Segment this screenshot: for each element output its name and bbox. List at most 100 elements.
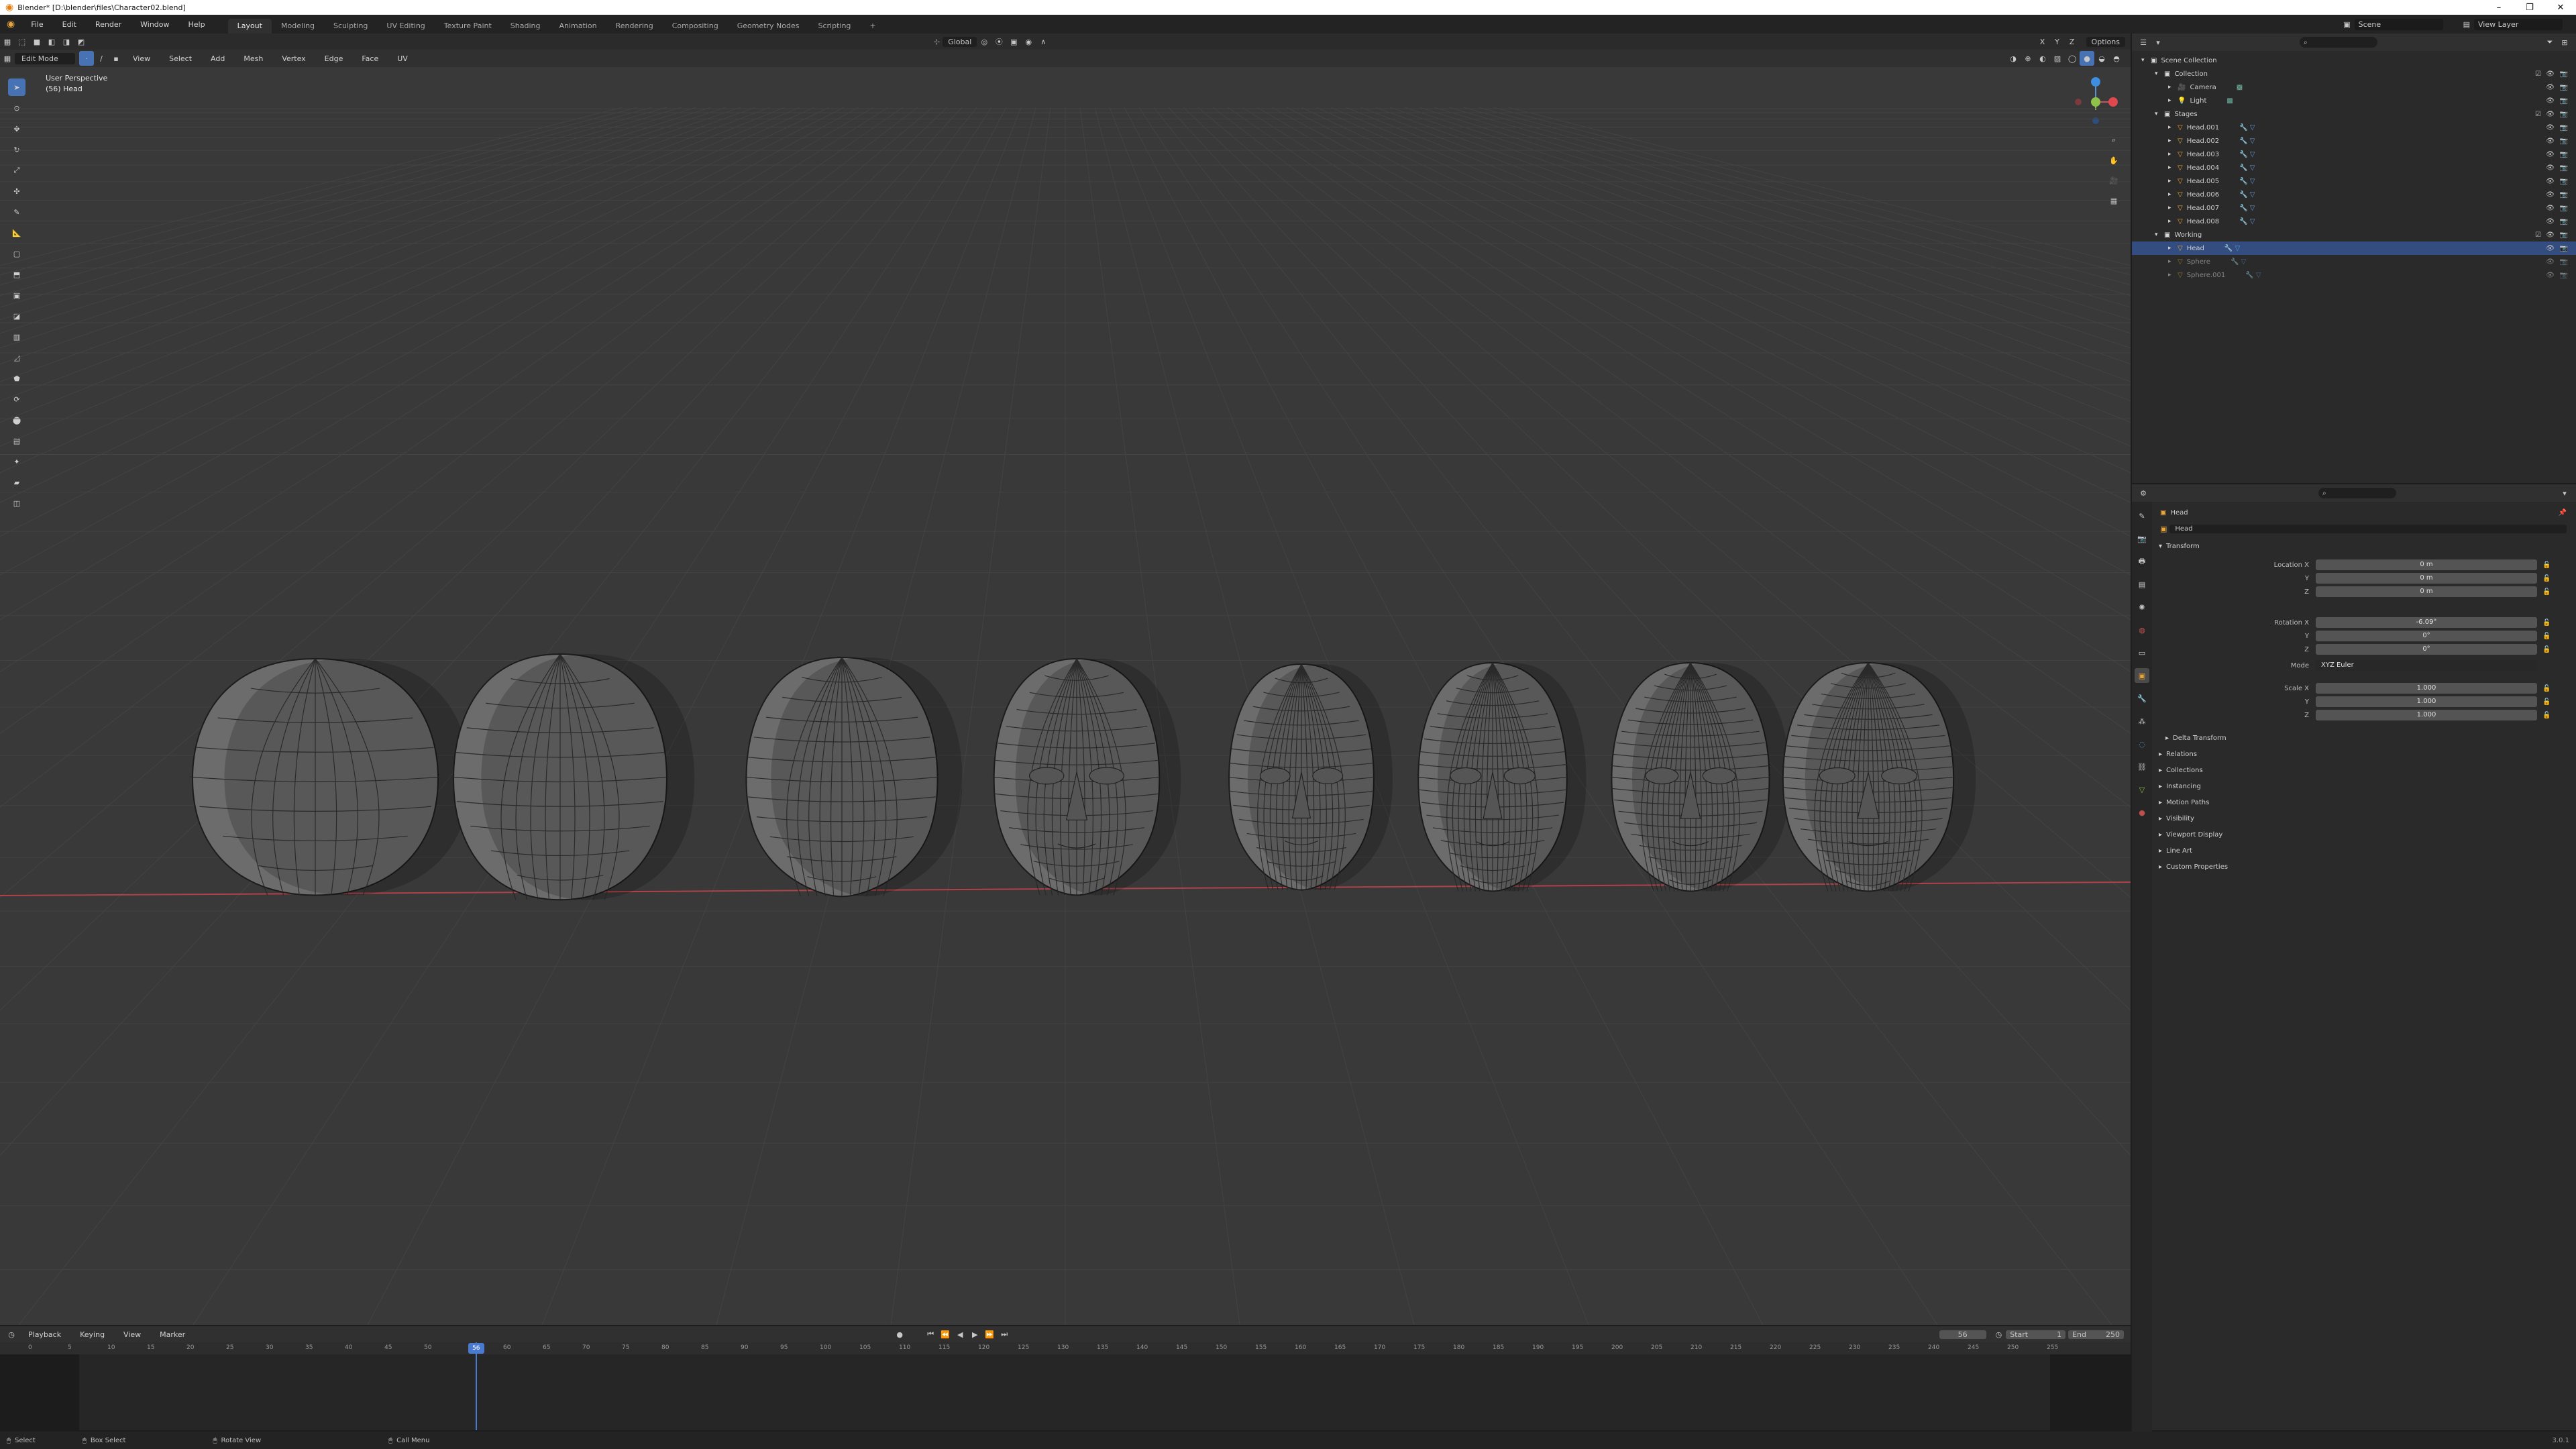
outliner-item[interactable]: ▾ ▣ Stages ☑ 👁 📷: [2132, 107, 2576, 121]
menu-playback[interactable]: Playback: [19, 1330, 70, 1339]
tab-modeling[interactable]: Modeling: [272, 19, 324, 34]
properties-options-icon[interactable]: ▾: [2557, 486, 2572, 500]
physics-tab-icon[interactable]: ◌: [2135, 737, 2149, 751]
modifier-icon[interactable]: 🔧 ▽: [2239, 151, 2255, 158]
shading-solid-icon[interactable]: ●: [2080, 51, 2094, 66]
expand-chevron-icon[interactable]: ▸: [2168, 191, 2178, 198]
gizmo-toggle-icon[interactable]: ⊕: [2021, 51, 2035, 66]
modifier-icon[interactable]: 🔧 ▽: [2239, 138, 2255, 145]
snap-target-icon[interactable]: ▣: [1006, 34, 1021, 49]
eye-icon[interactable]: 👁: [2546, 97, 2555, 105]
blender-menu-icon[interactable]: ◉: [7, 19, 15, 30]
prev-key-icon[interactable]: ⏪: [938, 1327, 953, 1342]
output-tab-icon[interactable]: 🖶: [2135, 554, 2149, 569]
render-camera-icon[interactable]: 📷: [2560, 218, 2568, 225]
material-tab-icon[interactable]: ●: [2135, 805, 2149, 820]
render-camera-icon[interactable]: 📷: [2560, 205, 2568, 212]
eye-icon[interactable]: 👁: [2546, 272, 2555, 279]
exclude-checkbox[interactable]: ☑: [2535, 231, 2541, 239]
lock-icon[interactable]: 🔓: [2542, 575, 2551, 582]
edge-select-icon[interactable]: /: [94, 51, 109, 66]
particles-tab-icon[interactable]: ⁂: [2135, 714, 2149, 729]
expand-chevron-icon[interactable]: ▾: [2155, 231, 2164, 238]
play-icon[interactable]: ▶: [967, 1327, 982, 1342]
rotation-z-field[interactable]: 0°: [2316, 644, 2537, 655]
panel-header[interactable]: ▸ Visibility: [2155, 810, 2571, 826]
mode-subtract-icon[interactable]: ◨: [59, 34, 74, 49]
expand-chevron-icon[interactable]: ▸: [2168, 272, 2178, 278]
menu-window[interactable]: Window: [131, 20, 178, 29]
properties-editor-icon[interactable]: ⚙: [2136, 486, 2151, 500]
shading-rendered-icon[interactable]: ◓: [2109, 51, 2124, 66]
modifier-tab-icon[interactable]: 🔧: [2135, 691, 2149, 706]
outliner-editor-icon[interactable]: ☰: [2136, 35, 2151, 50]
expand-chevron-icon[interactable]: ▸: [2168, 138, 2178, 144]
display-mode-icon[interactable]: ▾: [2151, 35, 2165, 50]
tab-geometry-nodes[interactable]: Geometry Nodes: [728, 19, 809, 34]
render-camera-icon[interactable]: 📷: [2560, 231, 2568, 239]
outliner-item[interactable]: ▸ ▽ Head.002 🔧 ▽ 👁 📷: [2132, 134, 2576, 148]
select-box-icon[interactable]: ⬚: [15, 34, 30, 49]
expand-chevron-icon[interactable]: ▾: [2141, 57, 2151, 64]
expand-chevron-icon[interactable]: ▾: [2155, 111, 2164, 117]
outliner-item[interactable]: ▸ ▽ Sphere.001 🔧 ▽ 👁 📷: [2132, 268, 2576, 282]
data-icon[interactable]: ▩: [2226, 97, 2233, 105]
render-camera-icon[interactable]: 📷: [2560, 258, 2568, 266]
expand-chevron-icon[interactable]: ▸: [2168, 205, 2178, 211]
current-frame-field[interactable]: 56: [1939, 1330, 1986, 1339]
lock-icon[interactable]: 🔓: [2542, 698, 2551, 706]
exclude-checkbox[interactable]: ☑: [2535, 70, 2541, 78]
menu-help[interactable]: Help: [179, 20, 215, 29]
outliner-item[interactable]: ▸ ▽ Head.003 🔧 ▽ 👁 📷: [2132, 148, 2576, 161]
end-field[interactable]: 250: [2090, 1330, 2124, 1339]
maximize-button[interactable]: ❐: [2514, 3, 2545, 13]
expand-chevron-icon[interactable]: ▸: [2168, 124, 2178, 131]
face-select-icon[interactable]: ▪: [109, 51, 123, 66]
outliner-item[interactable]: ▸ 🎥 Camera ▩ 👁 📷: [2132, 80, 2576, 94]
menu-select[interactable]: Select: [160, 54, 201, 63]
render-camera-icon[interactable]: 📷: [2560, 272, 2568, 279]
eye-icon[interactable]: 👁: [2546, 178, 2555, 185]
location-x-field[interactable]: 0 m: [2316, 559, 2537, 570]
mode-invert-icon[interactable]: ◩: [74, 34, 89, 49]
lock-icon[interactable]: 🔓: [2542, 712, 2551, 719]
modifier-icon[interactable]: 🔧 ▽: [2239, 205, 2255, 212]
lock-icon[interactable]: 🔓: [2542, 685, 2551, 692]
view-layer-tab-icon[interactable]: ▤: [2135, 577, 2149, 592]
outliner-item[interactable]: ▸ ▽ Sphere 🔧 ▽ 👁 📷: [2132, 255, 2576, 268]
eye-icon[interactable]: 👁: [2546, 245, 2555, 252]
lock-icon[interactable]: 🔓: [2542, 561, 2551, 569]
outliner-item[interactable]: ▾ ▣ Collection ☑ 👁 📷: [2132, 67, 2576, 80]
scene-selector[interactable]: Scene: [2354, 18, 2443, 30]
filter-icon[interactable]: ⏷: [2542, 35, 2557, 50]
jump-start-icon[interactable]: ⏮: [923, 1327, 938, 1342]
eye-icon[interactable]: 👁: [2546, 205, 2555, 212]
timeline-editor-icon[interactable]: ◷: [4, 1327, 19, 1342]
playhead-frame-badge[interactable]: 56: [468, 1343, 484, 1354]
delta-transform-header[interactable]: ▸ Delta Transform: [2155, 730, 2571, 746]
modifier-icon[interactable]: 🔧 ▽: [2239, 218, 2255, 225]
render-camera-icon[interactable]: 📷: [2560, 138, 2568, 145]
editor-type-3d-icon[interactable]: ▦: [0, 51, 15, 66]
menu-render[interactable]: Render: [86, 20, 131, 29]
expand-chevron-icon[interactable]: ▾: [2155, 70, 2164, 77]
eye-icon[interactable]: 👁: [2546, 138, 2555, 145]
rotation-y-field[interactable]: 0°: [2316, 631, 2537, 641]
menu-view[interactable]: View: [123, 54, 160, 63]
eye-icon[interactable]: 👁: [2546, 164, 2555, 172]
tab-layout[interactable]: Layout: [227, 19, 272, 34]
menu-mesh[interactable]: Mesh: [234, 54, 272, 63]
eye-icon[interactable]: 👁: [2546, 231, 2555, 239]
tab-sculpting[interactable]: Sculpting: [324, 19, 377, 34]
render-camera-icon[interactable]: 📷: [2560, 151, 2568, 158]
rotation-mode-select[interactable]: XYZ Euler: [2316, 660, 2537, 671]
lock-icon[interactable]: 🔓: [2542, 588, 2551, 596]
lock-icon[interactable]: 🔓: [2542, 633, 2551, 640]
world-tab-icon[interactable]: ◍: [2135, 623, 2149, 637]
panel-header[interactable]: ▸ Viewport Display: [2155, 826, 2571, 843]
modifier-icon[interactable]: 🔧 ▽: [2224, 245, 2240, 252]
mode-extend-icon[interactable]: ◧: [44, 34, 59, 49]
object-tab-icon[interactable]: ▣: [2135, 668, 2149, 683]
object-name-field[interactable]: Head: [2169, 524, 2567, 533]
eye-icon[interactable]: 👁: [2546, 151, 2555, 158]
